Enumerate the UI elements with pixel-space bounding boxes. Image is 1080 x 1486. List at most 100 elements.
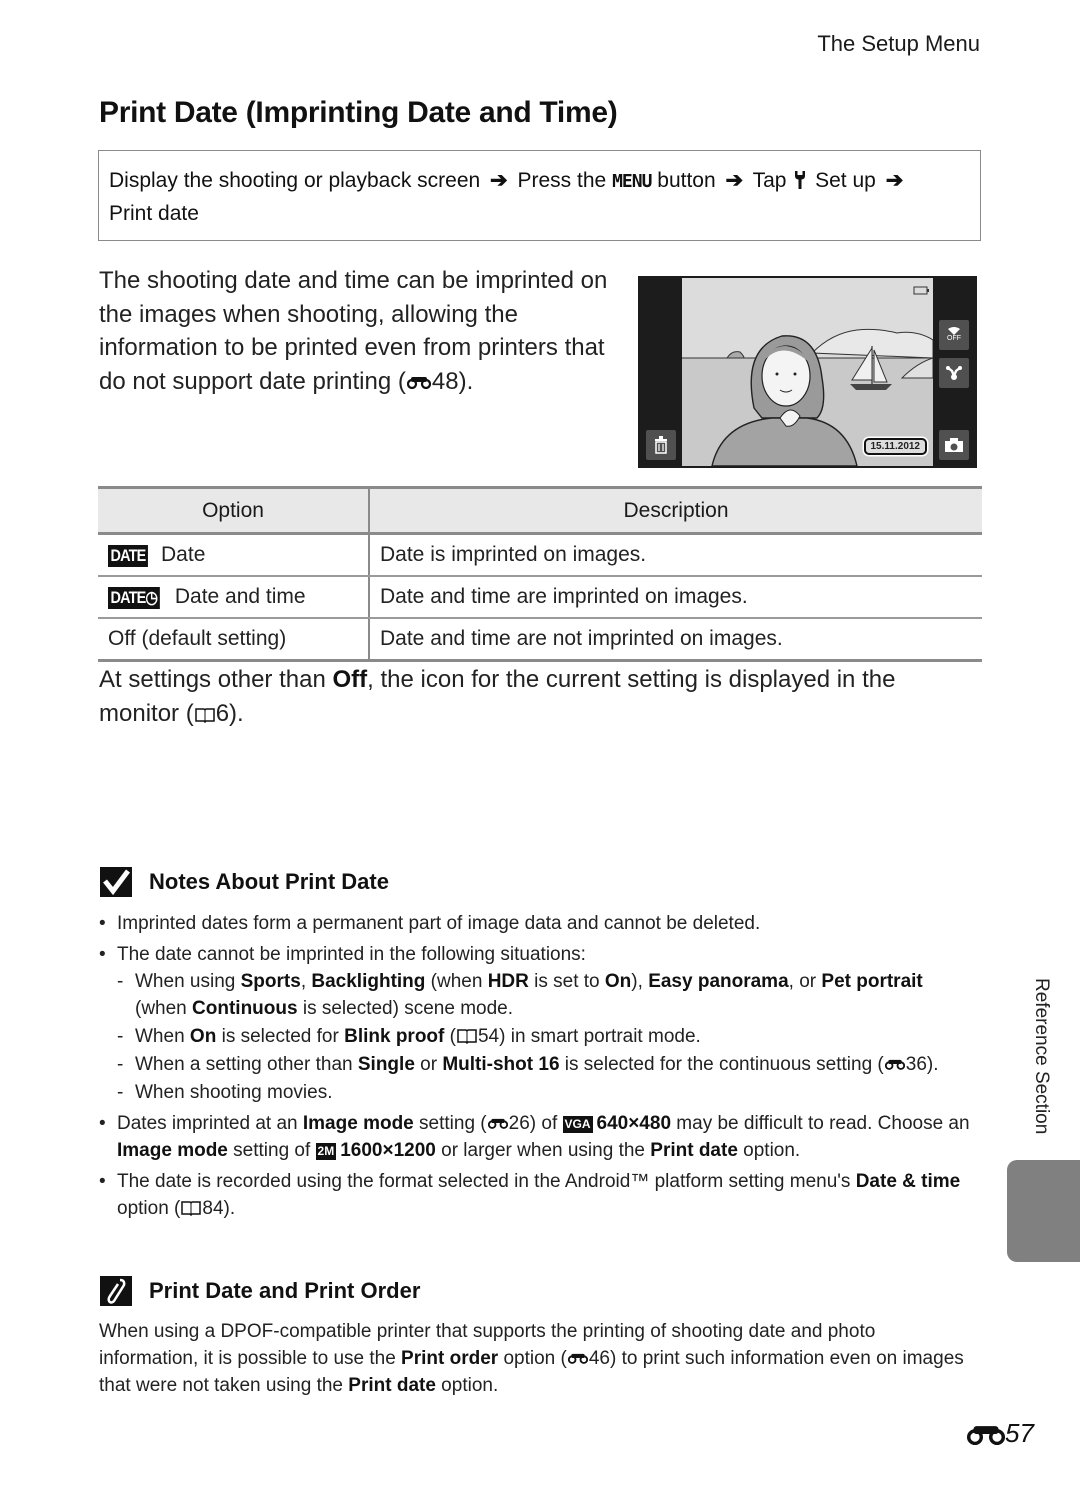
text: ). [926,1054,939,1075]
bold: 1600×1200 [340,1140,436,1161]
text: (when [425,971,488,992]
text: may be difficult to read. Choose an [671,1113,970,1134]
text: is set to [528,971,605,992]
text: option ( [498,1348,567,1369]
ref-page: 26 [508,1113,530,1134]
running-head: The Setup Menu [817,31,980,56]
option-label: Date and time [174,585,306,608]
wifi-off-button[interactable]: OFF [939,320,969,350]
bold: Print date [650,1140,738,1161]
menu-button-glyph: MENU [612,171,652,192]
2m-icon: 2M [315,1143,337,1160]
intro-end: ). [458,367,474,395]
wrench-icon [795,171,806,189]
camera-preview: 15.11.2012 [682,278,933,466]
book-ref-icon [194,707,215,723]
shutter-button[interactable] [939,430,969,460]
bold: Sports [240,971,301,992]
binoculars-ref-icon [406,376,431,389]
path-step-1: Display the shooting or playback screen [109,169,481,192]
date-icon: DATE [108,545,148,567]
wifi-off-label: OFF [947,335,961,342]
bold: Image mode [302,1113,414,1134]
intro-ref-page: 48 [431,367,459,395]
settings-note-paragraph: At settings other than Off, the icon for… [99,663,979,730]
bold: On [189,1026,217,1047]
options-table: Option Description DATE Date Date is impr… [98,486,982,662]
text: When a setting other than [135,1054,358,1075]
section-label: Reference Section [1000,978,1052,1143]
text: option. [435,1375,499,1396]
description-cell: Date is imprinted on images. [369,533,982,577]
page-title: Print Date (Imprinting Date and Time) [99,96,618,129]
camera-shutter-icon [945,438,963,452]
text: option ( [117,1198,181,1219]
ref-page: 84 [202,1198,224,1219]
page-number-text: 57 [1005,1418,1034,1448]
text: ( [444,1026,456,1047]
page-number: 57 [967,1418,1034,1449]
delete-button[interactable] [646,430,676,460]
bold: On [604,971,632,992]
ref-page: 54 [477,1026,500,1047]
ref-page: 36 [905,1054,927,1075]
binoculars-ref-icon [567,1353,588,1364]
text: , or [788,971,822,992]
text: , [300,971,312,992]
para2-bold: Off [332,666,368,693]
menu-path-text: Display the shooting or playback screen … [109,165,969,230]
option-cell: DATE◷ Date and time [98,576,370,619]
bold: 640×480 [596,1113,672,1134]
text: is selected for the continuous setting ( [559,1054,884,1075]
table-row: Off (default setting) Date and time are … [98,618,982,662]
binoculars-icon [967,1425,1005,1445]
tip-heading-text: Print Date and Print Order [149,1278,421,1303]
para2-ref-page: 6 [215,699,230,727]
camera-screen-illustration: 15.11.2012 OFF [638,276,977,468]
para2-text: At settings other than [99,666,333,693]
share-button[interactable] [939,358,969,388]
bold: Pet portrait [821,971,923,992]
table-row: DATE Date Date is imprinted on images. [98,533,982,577]
text: option. [737,1140,801,1161]
option-label: Date [161,543,206,566]
text: When [135,1026,190,1047]
bold: Continuous [192,998,298,1019]
path-step-3-post: Set up [815,169,876,192]
checkmark-icon [100,867,132,897]
option-label: Off (default setting) [108,627,287,650]
path-step-3-pre: Tap [752,169,787,192]
text: or [414,1054,443,1075]
bold: Easy panorama [648,971,789,992]
notes-list: Imprinted dates form a permanent part of… [99,910,979,1226]
vga-icon: VGA [562,1116,593,1133]
option-cell: Off (default setting) [98,618,370,662]
bold: Print date [348,1375,436,1396]
date-time-icon: DATE◷ [108,587,160,609]
tip-paragraph: When using a DPOF-compatible printer tha… [99,1318,979,1399]
text: setting of [227,1140,316,1161]
sub-list-item: When using Sports, Backlighting (when HD… [99,968,979,1022]
binoculars-ref-icon [884,1059,905,1070]
notes-heading-text: Notes About Print Date [149,869,389,894]
text: is selected) scene mode. [297,998,514,1019]
list-item: Imprinted dates form a permanent part of… [99,910,979,937]
bold: HDR [487,971,529,992]
trash-icon [655,436,667,454]
bold: Single [357,1054,415,1075]
intro-text: The shooting date and time can be imprin… [99,267,608,395]
bold: Backlighting [311,971,426,992]
section-tab [1007,1160,1080,1262]
battery-icon [913,286,929,295]
option-cell: DATE Date [98,533,370,577]
wifi-off-icon [948,327,960,335]
table-header-row: Option Description [98,486,982,535]
header-option: Option [98,486,370,535]
bold: Date & time [855,1171,961,1192]
text: ). [223,1198,236,1219]
arrow-right-icon: ➔ [885,169,904,192]
bold: Multi-shot 16 [442,1054,560,1075]
text: is selected for [216,1026,345,1047]
text: When using [135,971,241,992]
menu-path-box: Display the shooting or playback screen … [98,150,981,241]
